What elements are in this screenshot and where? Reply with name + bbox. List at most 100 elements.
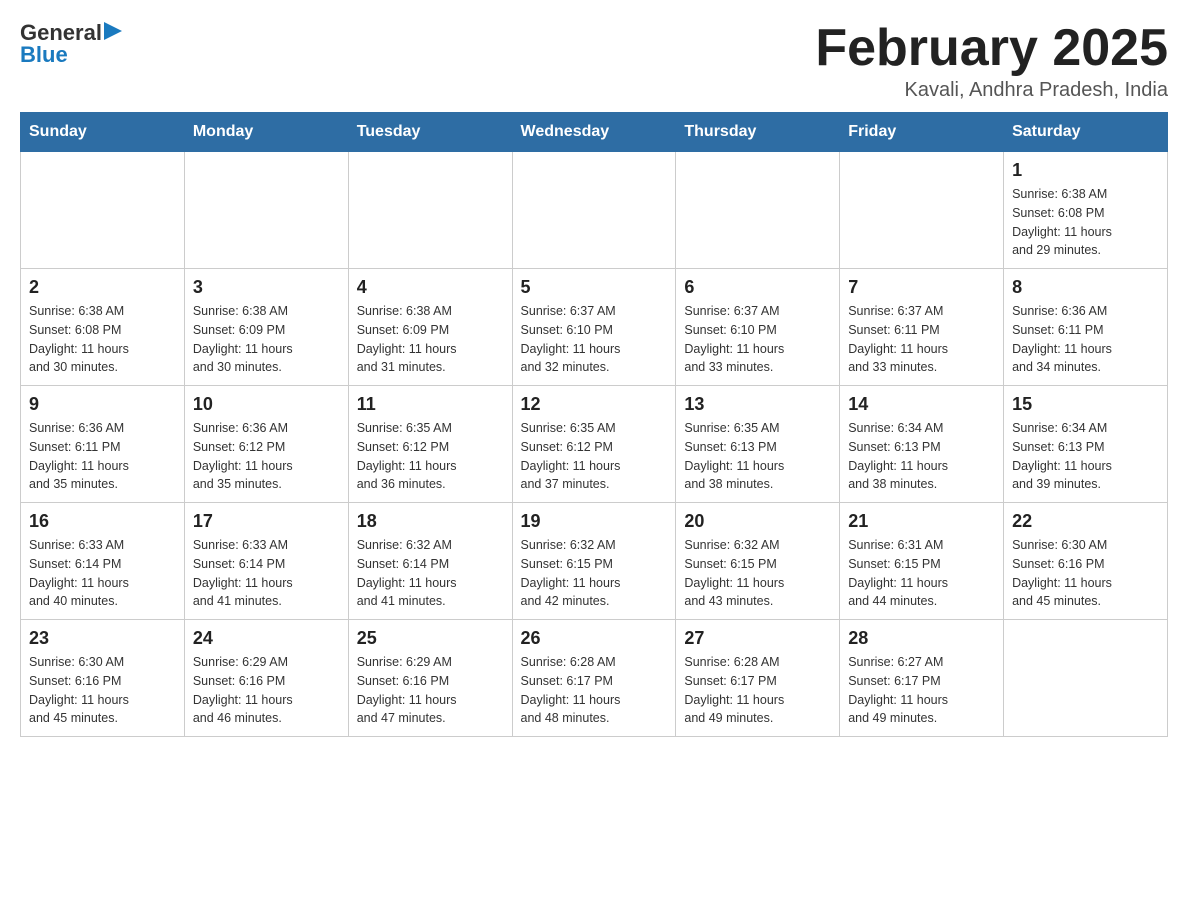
day-number: 16 xyxy=(29,511,176,532)
location: Kavali, Andhra Pradesh, India xyxy=(815,79,1168,102)
calendar-cell: 7 Sunrise: 6:37 AM Sunset: 6:11 PM Daylig… xyxy=(840,269,1004,386)
calendar-cell: 8 Sunrise: 6:36 AM Sunset: 6:11 PM Daylig… xyxy=(1004,269,1168,386)
day-number: 24 xyxy=(193,628,340,649)
day-number: 11 xyxy=(357,394,504,415)
logo-blue: Blue xyxy=(20,42,122,68)
day-info: Sunrise: 6:28 AM Sunset: 6:17 PM Dayligh… xyxy=(684,653,831,728)
day-number: 15 xyxy=(1012,394,1159,415)
day-info: Sunrise: 6:28 AM Sunset: 6:17 PM Dayligh… xyxy=(521,653,668,728)
calendar-cell: 3 Sunrise: 6:38 AM Sunset: 6:09 PM Daylig… xyxy=(184,269,348,386)
day-number: 7 xyxy=(848,277,995,298)
day-of-week-header: Monday xyxy=(184,113,348,152)
calendar-cell: 19 Sunrise: 6:32 AM Sunset: 6:15 PM Dayli… xyxy=(512,503,676,620)
day-info: Sunrise: 6:32 AM Sunset: 6:15 PM Dayligh… xyxy=(684,536,831,611)
day-number: 22 xyxy=(1012,511,1159,532)
day-number: 28 xyxy=(848,628,995,649)
calendar-week-row: 1 Sunrise: 6:38 AM Sunset: 6:08 PM Daylig… xyxy=(21,152,1168,269)
day-of-week-header: Tuesday xyxy=(348,113,512,152)
calendar-cell: 9 Sunrise: 6:36 AM Sunset: 6:11 PM Daylig… xyxy=(21,386,185,503)
day-number: 23 xyxy=(29,628,176,649)
day-info: Sunrise: 6:30 AM Sunset: 6:16 PM Dayligh… xyxy=(29,653,176,728)
day-of-week-header: Sunday xyxy=(21,113,185,152)
day-info: Sunrise: 6:36 AM Sunset: 6:11 PM Dayligh… xyxy=(1012,302,1159,377)
calendar-cell: 21 Sunrise: 6:31 AM Sunset: 6:15 PM Dayli… xyxy=(840,503,1004,620)
day-number: 8 xyxy=(1012,277,1159,298)
calendar-header-row: SundayMondayTuesdayWednesdayThursdayFrid… xyxy=(21,113,1168,152)
calendar-cell: 27 Sunrise: 6:28 AM Sunset: 6:17 PM Dayli… xyxy=(676,620,840,737)
calendar-cell: 15 Sunrise: 6:34 AM Sunset: 6:13 PM Dayli… xyxy=(1004,386,1168,503)
day-of-week-header: Thursday xyxy=(676,113,840,152)
calendar-cell: 13 Sunrise: 6:35 AM Sunset: 6:13 PM Dayli… xyxy=(676,386,840,503)
day-info: Sunrise: 6:34 AM Sunset: 6:13 PM Dayligh… xyxy=(848,419,995,494)
day-info: Sunrise: 6:35 AM Sunset: 6:12 PM Dayligh… xyxy=(357,419,504,494)
calendar-week-row: 23 Sunrise: 6:30 AM Sunset: 6:16 PM Dayli… xyxy=(21,620,1168,737)
day-number: 10 xyxy=(193,394,340,415)
day-number: 17 xyxy=(193,511,340,532)
day-of-week-header: Saturday xyxy=(1004,113,1168,152)
calendar-cell: 4 Sunrise: 6:38 AM Sunset: 6:09 PM Daylig… xyxy=(348,269,512,386)
day-number: 4 xyxy=(357,277,504,298)
calendar-table: SundayMondayTuesdayWednesdayThursdayFrid… xyxy=(20,112,1168,737)
page-header: General Blue February 2025 Kavali, Andhr… xyxy=(20,20,1168,102)
calendar-cell: 24 Sunrise: 6:29 AM Sunset: 6:16 PM Dayli… xyxy=(184,620,348,737)
day-info: Sunrise: 6:33 AM Sunset: 6:14 PM Dayligh… xyxy=(193,536,340,611)
day-number: 9 xyxy=(29,394,176,415)
day-info: Sunrise: 6:38 AM Sunset: 6:09 PM Dayligh… xyxy=(193,302,340,377)
calendar-cell: 28Sunrise: 6:27 AM Sunset: 6:17 PM Dayli… xyxy=(840,620,1004,737)
day-info: Sunrise: 6:29 AM Sunset: 6:16 PM Dayligh… xyxy=(193,653,340,728)
day-info: Sunrise: 6:38 AM Sunset: 6:09 PM Dayligh… xyxy=(357,302,504,377)
day-number: 12 xyxy=(521,394,668,415)
calendar-cell: 6 Sunrise: 6:37 AM Sunset: 6:10 PM Daylig… xyxy=(676,269,840,386)
day-number: 3 xyxy=(193,277,340,298)
day-info: Sunrise: 6:30 AM Sunset: 6:16 PM Dayligh… xyxy=(1012,536,1159,611)
day-info: Sunrise: 6:37 AM Sunset: 6:11 PM Dayligh… xyxy=(848,302,995,377)
day-number: 2 xyxy=(29,277,176,298)
calendar-cell xyxy=(184,152,348,269)
calendar-cell xyxy=(1004,620,1168,737)
calendar-cell: 26 Sunrise: 6:28 AM Sunset: 6:17 PM Dayli… xyxy=(512,620,676,737)
calendar-cell: 12 Sunrise: 6:35 AM Sunset: 6:12 PM Dayli… xyxy=(512,386,676,503)
day-number: 18 xyxy=(357,511,504,532)
calendar-cell: 1 Sunrise: 6:38 AM Sunset: 6:08 PM Daylig… xyxy=(1004,152,1168,269)
day-info: Sunrise: 6:38 AM Sunset: 6:08 PM Dayligh… xyxy=(1012,185,1159,260)
day-number: 27 xyxy=(684,628,831,649)
calendar-cell: 23 Sunrise: 6:30 AM Sunset: 6:16 PM Dayli… xyxy=(21,620,185,737)
calendar-week-row: 16 Sunrise: 6:33 AM Sunset: 6:14 PM Dayli… xyxy=(21,503,1168,620)
calendar-cell: 11 Sunrise: 6:35 AM Sunset: 6:12 PM Dayli… xyxy=(348,386,512,503)
day-number: 21 xyxy=(848,511,995,532)
calendar-cell: 10 Sunrise: 6:36 AM Sunset: 6:12 PM Dayli… xyxy=(184,386,348,503)
day-info: Sunrise: 6:38 AM Sunset: 6:08 PM Dayligh… xyxy=(29,302,176,377)
day-info: Sunrise: 6:37 AM Sunset: 6:10 PM Dayligh… xyxy=(684,302,831,377)
day-number: 6 xyxy=(684,277,831,298)
day-info: Sunrise: 6:36 AM Sunset: 6:12 PM Dayligh… xyxy=(193,419,340,494)
calendar-cell: 2 Sunrise: 6:38 AM Sunset: 6:08 PM Daylig… xyxy=(21,269,185,386)
calendar-cell xyxy=(512,152,676,269)
day-number: 26 xyxy=(521,628,668,649)
day-info: Sunrise: 6:35 AM Sunset: 6:13 PM Dayligh… xyxy=(684,419,831,494)
day-info: Sunrise: 6:35 AM Sunset: 6:12 PM Dayligh… xyxy=(521,419,668,494)
month-title: February 2025 xyxy=(815,20,1168,77)
calendar-cell xyxy=(676,152,840,269)
day-number: 1 xyxy=(1012,160,1159,181)
calendar-cell xyxy=(840,152,1004,269)
day-info: Sunrise: 6:34 AM Sunset: 6:13 PM Dayligh… xyxy=(1012,419,1159,494)
day-info: Sunrise: 6:37 AM Sunset: 6:10 PM Dayligh… xyxy=(521,302,668,377)
day-info: Sunrise: 6:32 AM Sunset: 6:15 PM Dayligh… xyxy=(521,536,668,611)
calendar-cell: 5 Sunrise: 6:37 AM Sunset: 6:10 PM Daylig… xyxy=(512,269,676,386)
calendar-cell: 16Sunrise: 6:33 AM Sunset: 6:14 PM Dayli… xyxy=(21,503,185,620)
calendar-week-row: 2 Sunrise: 6:38 AM Sunset: 6:08 PM Daylig… xyxy=(21,269,1168,386)
logo-arrow-icon xyxy=(104,22,122,40)
calendar-cell: 17 Sunrise: 6:33 AM Sunset: 6:14 PM Dayli… xyxy=(184,503,348,620)
day-info: Sunrise: 6:31 AM Sunset: 6:15 PM Dayligh… xyxy=(848,536,995,611)
day-number: 19 xyxy=(521,511,668,532)
logo: General Blue xyxy=(20,20,122,68)
calendar-week-row: 9 Sunrise: 6:36 AM Sunset: 6:11 PM Daylig… xyxy=(21,386,1168,503)
calendar-cell: 22 Sunrise: 6:30 AM Sunset: 6:16 PM Dayli… xyxy=(1004,503,1168,620)
day-number: 5 xyxy=(521,277,668,298)
day-number: 13 xyxy=(684,394,831,415)
calendar-cell xyxy=(21,152,185,269)
day-info: Sunrise: 6:36 AM Sunset: 6:11 PM Dayligh… xyxy=(29,419,176,494)
calendar-cell xyxy=(348,152,512,269)
day-of-week-header: Wednesday xyxy=(512,113,676,152)
day-number: 20 xyxy=(684,511,831,532)
